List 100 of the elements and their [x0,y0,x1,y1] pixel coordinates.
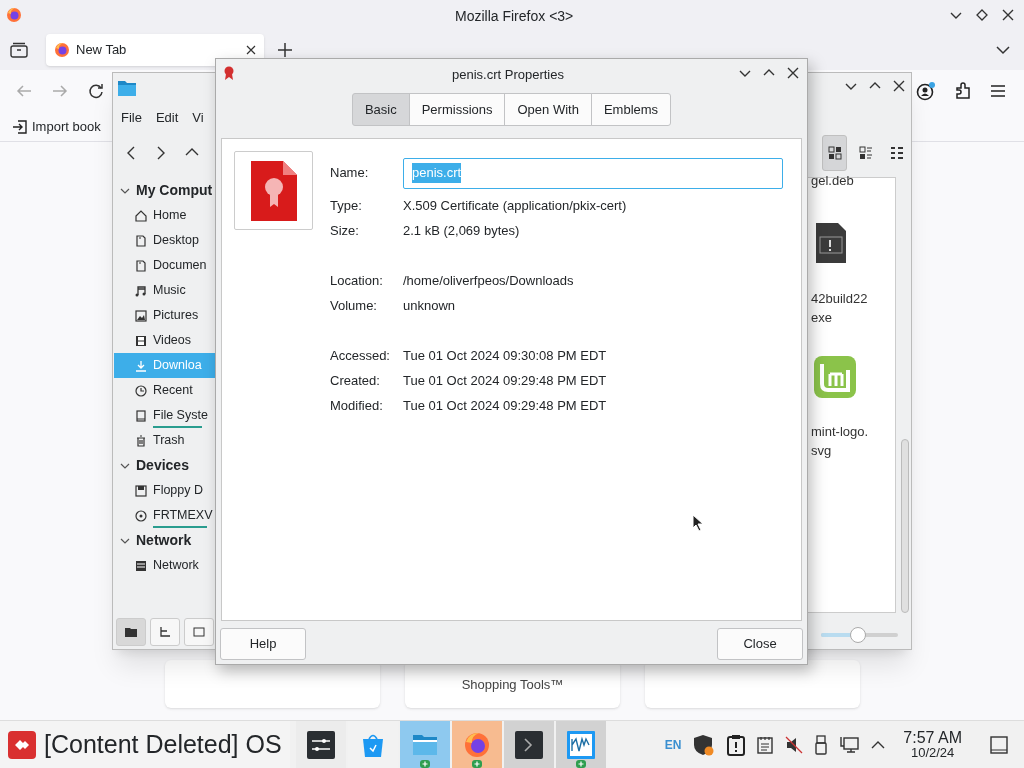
chevron-up-icon[interactable] [871,740,886,749]
server-icon [134,558,148,573]
taskbar-app[interactable] [503,721,554,768]
menu-item[interactable]: File [121,108,142,128]
field-value: unknown [403,296,456,315]
music-icon [134,283,148,298]
sidebar-toggle-button[interactable] [116,618,146,646]
dialog-tab[interactable]: Basic [351,93,410,126]
file-icon-button[interactable] [234,151,313,230]
close-icon[interactable] [893,80,905,92]
field-value: Tue 01 Oct 2024 09:30:08 PM EDT [403,346,607,365]
field-label: Type: [330,196,363,215]
sidebar-section-header[interactable]: Devices [114,453,216,478]
up-icon[interactable] [185,146,199,158]
browser-tab[interactable]: New Tab [46,34,264,66]
notes-icon[interactable] [757,735,774,754]
speaker-muted-icon[interactable] [785,735,804,754]
sidebar-item[interactable]: Desktop [114,228,216,253]
sidebar-item[interactable]: File Syste [114,403,216,428]
bookmark-item[interactable]: Import book [12,116,101,137]
field-value: Tue 01 Oct 2024 09:29:48 PM EDT [403,396,607,415]
dialog-button[interactable]: Close [717,628,803,660]
sidebar-item[interactable]: Recent [114,378,216,403]
firefox-icon [6,7,22,23]
field-value: /home/oliverfpeos/Downloads [403,271,574,290]
diamond-logo-icon [8,730,36,759]
shield-icon[interactable] [693,733,716,756]
panel-icon [193,627,205,637]
extensions-icon[interactable] [954,82,972,100]
field-value: 2.1 kB (2,069 bytes) [403,221,520,240]
view-mode-button[interactable] [822,135,847,171]
import-icon [12,118,28,135]
show-desktop-icon[interactable] [990,735,1008,754]
dialog-tab[interactable]: Emblems [590,93,672,126]
sidebar-toggle-button[interactable] [184,618,214,646]
running-indicator-icon [575,760,586,768]
account-icon[interactable] [916,81,936,101]
sidebar-section-header[interactable]: My Comput [114,178,216,203]
maximize-icon[interactable] [976,9,988,21]
dialog-button[interactable]: Help [220,628,306,660]
trash-icon [134,433,148,448]
sidebar-section-header[interactable]: Network [114,528,216,553]
tab-label: New Tab [76,41,127,60]
icon-view-icon [827,146,842,160]
monitor-chart-icon [566,730,595,759]
reload-icon[interactable] [88,83,104,99]
dialog-tab[interactable]: Open With [504,93,592,126]
field-label: Accessed: [330,346,391,365]
card-label: Shopping Tools™ [461,675,564,694]
sidebar-item[interactable]: Pictures [114,303,216,328]
sidebar-item[interactable]: Videos [114,328,216,353]
new-tab-icon[interactable] [278,43,292,57]
sidebar-item[interactable]: Floppy D [114,478,216,503]
field-label: Created: [330,371,381,390]
field-label: Modified: [330,396,384,415]
menu-item[interactable]: Vi [192,108,204,128]
list-view-icon [889,146,904,160]
file-name[interactable]: 42build22 exe [810,289,868,327]
sidebar-item[interactable]: Documen [114,253,216,278]
tab-list-icon[interactable] [10,42,28,58]
scrollbar-thumb[interactable] [901,439,909,613]
compact-view-icon [858,146,873,160]
sidebar-item[interactable]: Music [114,278,216,303]
sidebar-item[interactable]: FRTMEXV [114,503,216,528]
sidebar-item[interactable]: Network [114,553,216,578]
file-name[interactable]: mint-logo. svg [810,422,869,460]
sidebar-item[interactable]: Trash [114,428,216,453]
wired-network-icon[interactable] [839,735,860,754]
mouse-cursor-icon [692,514,704,532]
tree-icon [159,627,171,637]
sliders-icon [306,730,335,759]
chevron-down-icon[interactable] [996,45,1010,55]
download-icon [134,358,148,373]
taskbar-app[interactable] [295,721,346,768]
film-icon [134,333,148,348]
menu-item[interactable]: Edit [155,108,179,128]
forward-icon[interactable] [155,146,167,160]
sidebar-item[interactable]: Home [114,203,216,228]
running-indicator-icon [419,760,430,768]
bookmark-label: Import book [32,117,101,136]
close-icon[interactable] [246,45,256,55]
terminal-icon [514,730,543,759]
dialog-tab[interactable]: Permissions [408,93,506,126]
back-icon[interactable] [125,146,137,160]
document-icon [134,258,148,273]
usb-drive-icon[interactable] [815,734,828,755]
sidebar-toggle-button[interactable] [150,618,180,646]
folder-icon [125,627,137,637]
firefox-icon [462,730,491,759]
file-name[interactable]: gel.deb [810,171,854,190]
clock[interactable]: 7:57 AM 10/2/24 [903,729,962,760]
clipboard-alert-icon[interactable] [727,733,746,756]
close-icon[interactable] [787,67,799,79]
drive-icon [134,408,148,423]
close-icon[interactable] [1002,9,1014,21]
disc-icon [134,508,148,523]
ribbon-icon [224,66,234,80]
field-label: Name: [330,164,370,183]
menu-icon[interactable] [990,84,1006,98]
clock-icon [134,383,148,398]
